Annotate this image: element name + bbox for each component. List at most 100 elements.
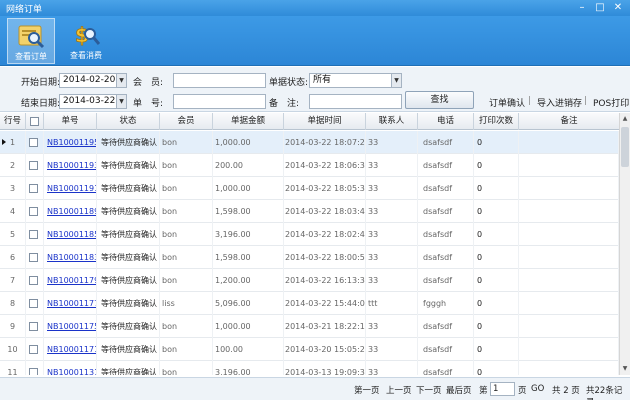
close-button[interactable]: ✕ — [610, 1, 626, 14]
table-row[interactable]: 1 NB10001195 等待供应商确认 bon 1,000.00 2014-03-22 … — [0, 131, 630, 154]
table-row[interactable]: 2 NB10001193 等待供应商确认 bon 200.00 2014-03-22 18… — [0, 154, 630, 177]
row-checkbox[interactable] — [29, 138, 38, 147]
row-checkbox-cell[interactable] — [26, 223, 44, 246]
row-checkbox[interactable] — [29, 368, 38, 375]
row-checkbox[interactable] — [29, 345, 38, 354]
order-number-link[interactable]: NB10001191 — [44, 177, 97, 200]
import-erp-link[interactable]: 导入进销存 — [537, 96, 582, 109]
order-number-link[interactable]: NB10001171 — [44, 338, 97, 361]
order-number-text[interactable]: NB10001183 — [47, 253, 96, 262]
row-checkbox-cell[interactable] — [26, 338, 44, 361]
row-checkbox[interactable] — [29, 207, 38, 216]
order-note — [519, 292, 619, 315]
order-number-link[interactable]: NB10001183 — [44, 246, 97, 269]
table-row[interactable]: 4 NB10001189 等待供应商确认 bon 1,598.00 2014-03-22 … — [0, 200, 630, 223]
view-orders-button[interactable]: 查看订单 — [7, 18, 55, 64]
row-checkbox-cell[interactable] — [26, 269, 44, 292]
table-row[interactable]: 8 NB10001177 等待供应商确认 liss 5,096.00 2014-03-22… — [0, 292, 630, 315]
col-header-note[interactable]: 备注 — [519, 113, 619, 130]
order-number-link[interactable]: NB10001131 — [44, 361, 97, 375]
row-index: 11 — [0, 361, 26, 375]
scrollbar-thumb[interactable] — [621, 127, 629, 167]
next-page-link[interactable]: 下一页 — [416, 384, 442, 396]
col-header-member[interactable]: 会员 — [160, 113, 213, 130]
vertical-scrollbar[interactable]: ▲ ▼ — [619, 113, 630, 375]
order-status: 等待供应商确认 — [97, 223, 160, 246]
table-row[interactable]: 10 NB10001171 等待供应商确认 bon 100.00 2014-03-20 1… — [0, 338, 630, 361]
order-no-input[interactable] — [173, 94, 266, 109]
view-consumption-button[interactable]: $ 查看消费 — [62, 18, 110, 64]
row-checkbox-cell[interactable] — [26, 200, 44, 223]
status-select[interactable]: 所有 ▼ — [309, 73, 402, 88]
end-date-picker[interactable]: 2014-03-22 ▼ — [59, 94, 127, 109]
row-checkbox[interactable] — [29, 161, 38, 170]
col-header-order-no[interactable]: 单号 — [44, 113, 97, 130]
row-checkbox[interactable] — [29, 253, 38, 262]
go-button[interactable]: GO — [531, 384, 544, 394]
page-number-input[interactable]: 1 — [490, 382, 515, 396]
row-checkbox[interactable] — [29, 322, 38, 331]
chevron-down-icon[interactable]: ▼ — [116, 95, 126, 108]
order-number-text[interactable]: NB10001179 — [47, 276, 96, 285]
prev-page-link[interactable]: 上一页 — [386, 384, 412, 396]
row-checkbox-cell[interactable] — [26, 246, 44, 269]
order-number-link[interactable]: NB10001177 — [44, 292, 97, 315]
order-number-link[interactable]: NB10001193 — [44, 154, 97, 177]
row-checkbox-cell[interactable] — [26, 292, 44, 315]
table-row[interactable]: 3 NB10001191 等待供应商确认 bon 1,000.00 2014-03-22 … — [0, 177, 630, 200]
col-header-contact[interactable]: 联系人 — [366, 113, 418, 130]
row-checkbox-cell[interactable] — [26, 154, 44, 177]
order-number-text[interactable]: NB10001171 — [47, 345, 96, 354]
col-header-phone[interactable]: 电话 — [418, 113, 474, 130]
first-page-link[interactable]: 第一页 — [354, 384, 380, 396]
table-row[interactable]: 9 NB10001175 等待供应商确认 bon 1,000.00 2014-03-21 … — [0, 315, 630, 338]
order-amount: 1,000.00 — [213, 315, 284, 338]
scroll-down-icon[interactable]: ▼ — [620, 363, 630, 375]
order-number-link[interactable]: NB10001189 — [44, 200, 97, 223]
row-checkbox[interactable] — [29, 299, 38, 308]
order-number-text[interactable]: NB10001185 — [47, 230, 96, 239]
chevron-down-icon[interactable]: ▼ — [116, 74, 126, 87]
confirm-order-link[interactable]: 订单确认 — [489, 96, 525, 109]
col-header-print-count[interactable]: 打印次数 — [474, 113, 519, 130]
row-checkbox-cell[interactable] — [26, 131, 44, 154]
last-page-link[interactable]: 最后页 — [446, 384, 472, 396]
order-number-link[interactable]: NB10001179 — [44, 269, 97, 292]
table-row[interactable]: 7 NB10001179 等待供应商确认 bon 1,200.00 2014-03-22 … — [0, 269, 630, 292]
scroll-up-icon[interactable]: ▲ — [620, 113, 630, 125]
order-number-link[interactable]: NB10001195 — [44, 131, 97, 154]
select-all-checkbox[interactable] — [30, 117, 39, 126]
order-number-text[interactable]: NB10001193 — [47, 161, 96, 170]
contact-name: 33 — [366, 246, 418, 269]
row-checkbox[interactable] — [29, 276, 38, 285]
row-checkbox[interactable] — [29, 184, 38, 193]
order-number-text[interactable]: NB10001177 — [47, 299, 96, 308]
order-number-text[interactable]: NB10001189 — [47, 207, 96, 216]
note-input[interactable] — [309, 94, 402, 109]
start-date-picker[interactable]: 2014-02-20 ▼ — [59, 73, 127, 88]
col-header-status[interactable]: 状态 — [97, 113, 160, 130]
order-number-text[interactable]: NB10001191 — [47, 184, 96, 193]
order-number-text[interactable]: NB10001195 — [47, 138, 96, 147]
order-number-text[interactable]: NB10001131 — [47, 368, 96, 375]
minimize-button[interactable]: – — [574, 1, 590, 14]
order-number-link[interactable]: NB10001185 — [44, 223, 97, 246]
row-index: 5 — [0, 223, 26, 246]
order-number-link[interactable]: NB10001175 — [44, 315, 97, 338]
order-number-text[interactable]: NB10001175 — [47, 322, 96, 331]
col-header-amount[interactable]: 单据金额 — [213, 113, 284, 130]
row-checkbox-cell[interactable] — [26, 361, 44, 375]
pos-print-link[interactable]: POS打印 — [593, 96, 629, 109]
member-input[interactable] — [173, 73, 266, 88]
order-time: 2014-03-22 18:07:23 — [284, 131, 366, 154]
row-checkbox-cell[interactable] — [26, 315, 44, 338]
table-row[interactable]: 11 NB10001131 等待供应商确认 bon 3,196.00 2014-03-13… — [0, 361, 630, 375]
table-row[interactable]: 5 NB10001185 等待供应商确认 bon 3,196.00 2014-03-22 … — [0, 223, 630, 246]
maximize-button[interactable]: □ — [592, 1, 608, 14]
row-checkbox[interactable] — [29, 230, 38, 239]
col-header-time[interactable]: 单据时间 — [284, 113, 366, 130]
row-checkbox-cell[interactable] — [26, 177, 44, 200]
search-button[interactable]: 查找 — [405, 91, 474, 109]
chevron-down-icon[interactable]: ▼ — [391, 74, 401, 87]
table-row[interactable]: 6 NB10001183 等待供应商确认 bon 1,598.00 2014-03-22 … — [0, 246, 630, 269]
